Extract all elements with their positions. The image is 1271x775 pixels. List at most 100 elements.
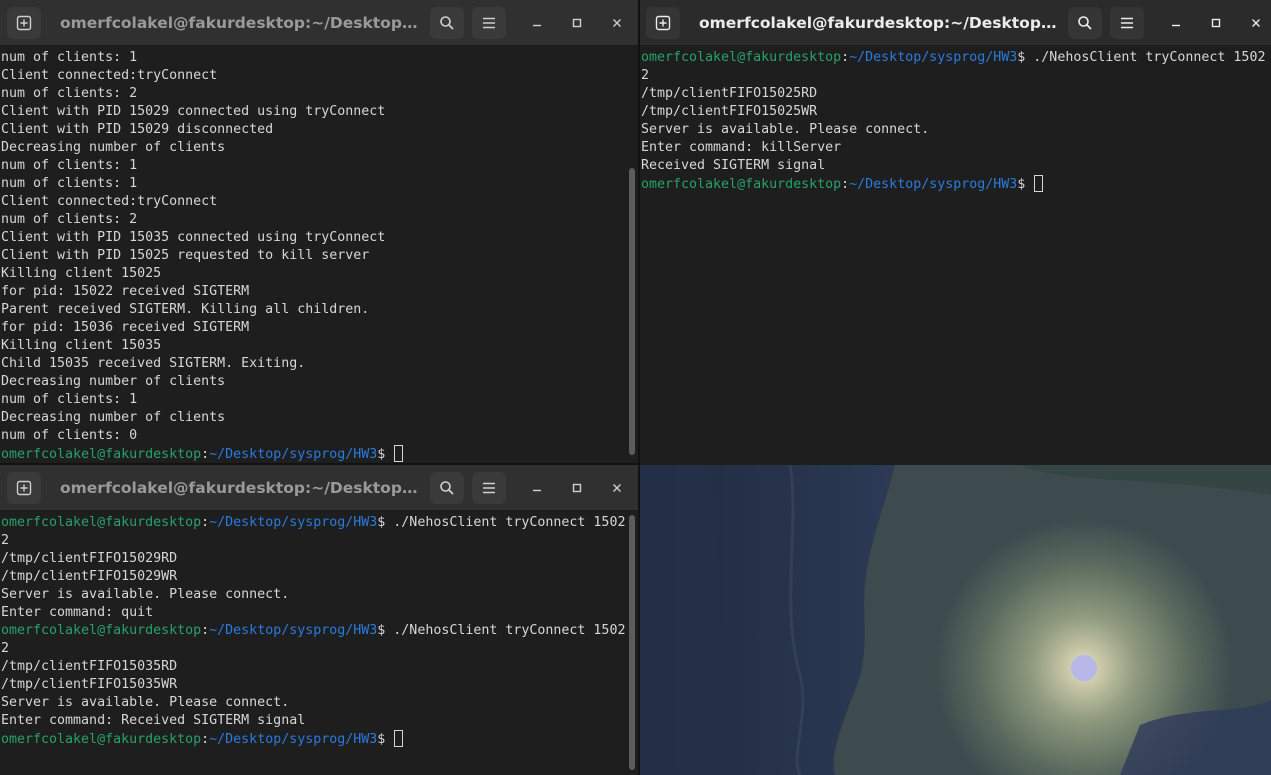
search-button[interactable] [1068,7,1102,39]
output-line: Enter command: Received SIGTERM signal [1,713,306,728]
new-tab-button[interactable] [646,7,680,39]
prompt-line: omerfcolakel@fakurdesktop:~/Desktop/sysp… [641,49,1265,67]
minimize-button[interactable] [526,12,548,34]
close-icon [613,484,621,492]
new-tab-button[interactable] [7,7,41,39]
prompt-path: ~/Desktop/sysprog/HW3 [849,177,1018,192]
prompt-separator: : [201,447,210,462]
output-line: for pid: 15036 received SIGTERM [1,320,250,335]
prompt-path: ~/Desktop/sysprog/HW3 [209,623,378,638]
prompt-separator: : [841,50,850,65]
new-tab-icon [16,480,32,496]
output-line: num of clients: 1 [1,50,138,65]
output-line: Client with PID 15029 disconnected [1,122,274,137]
prompt-symbol: $ [377,623,394,638]
prompt-path: ~/Desktop/sysprog/HW3 [209,732,378,747]
titlebar[interactable]: omerfcolakel@fakurdesktop:~/Desktop/sysp… [0,0,638,46]
prompt-separator: : [201,515,210,530]
output-line: Enter command: quit [1,605,154,620]
output-line: num of clients: 2 [1,212,138,227]
output-line: Received SIGTERM signal [641,158,826,173]
prompt-symbol: $ [377,515,394,530]
terminal-output[interactable]: omerfcolakel@fakurdesktop:~/Desktop/sysp… [640,46,1265,463]
prompt-symbol: $ [377,447,394,462]
output-line: Decreasing number of clients [1,374,226,389]
titlebar[interactable]: omerfcolakel@fakurdesktop:~/Desktop/sysp… [0,465,638,511]
output-line: Server is available. Please connect. [1,695,290,710]
close-button[interactable] [1245,12,1267,34]
output-line: /tmp/clientFIFO15035WR [1,677,178,692]
output-line: Server is available. Please connect. [1,587,290,602]
minimize-button[interactable] [1165,12,1187,34]
new-tab-icon [655,15,671,31]
command-text: ./NehosClient tryConnect 1502 [393,515,626,530]
minimize-button[interactable] [526,477,548,499]
output-line: /tmp/clientFIFO15029RD [1,551,178,566]
window-title: omerfcolakel@fakurdesktop:~/Desktop/sysp… [60,479,420,497]
search-icon [1078,16,1092,30]
scrollbar[interactable] [629,168,635,455]
text-cursor [394,730,404,747]
menu-button[interactable] [472,7,506,39]
prompt-line: omerfcolakel@fakurdesktop:~/Desktop/sysp… [1,622,628,640]
minimize-icon [533,24,541,27]
wallpaper-image [640,465,1271,775]
menu-icon [483,17,495,29]
maximize-button[interactable] [566,12,588,34]
search-button[interactable] [430,472,464,504]
prompt-line: omerfcolakel@fakurdesktop:~/Desktop/sysp… [1,445,628,463]
close-icon [1252,19,1260,27]
minimize-icon [1172,24,1180,27]
output-line: Decreasing number of clients [1,140,226,155]
maximize-button[interactable] [1205,12,1227,34]
terminal-output[interactable]: omerfcolakel@fakurdesktop:~/Desktop/sysp… [0,511,628,775]
maximize-icon [572,483,582,493]
window-divider [0,463,640,465]
new-tab-button[interactable] [7,472,41,504]
output-line: 2 [1,641,10,656]
prompt-user: omerfcolakel@fakurdesktop [1,515,202,530]
output-line: for pid: 15022 received SIGTERM [1,284,250,299]
output-line: Killing client 15025 [1,266,162,281]
output-line: Enter command: killServer [641,140,842,155]
terminal-window-client-killserver[interactable]: omerfcolakel@fakurdesktop:~/Desktop/sysp… [640,0,1271,463]
prompt-user: omerfcolakel@fakurdesktop [641,177,842,192]
output-line: 2 [1,533,10,548]
prompt-symbol: $ [377,732,394,747]
prompt-separator: : [201,623,210,638]
prompt-user: omerfcolakel@fakurdesktop [641,50,842,65]
output-line: Child 15035 received SIGTERM. Exiting. [1,356,306,371]
output-line: Client with PID 15035 connected using tr… [1,230,386,245]
minimize-icon [533,489,541,492]
output-line: /tmp/clientFIFO15025WR [641,104,818,119]
output-line: Client connected:tryConnect [1,68,218,83]
terminal-window-server[interactable]: omerfcolakel@fakurdesktop:~/Desktop/sysp… [0,0,638,463]
output-line: Server is available. Please connect. [641,122,930,137]
text-cursor [394,445,404,462]
maximize-button[interactable] [566,477,588,499]
output-line: Client with PID 15029 connected using tr… [1,104,386,119]
terminal-window-client-quit[interactable]: omerfcolakel@fakurdesktop:~/Desktop/sysp… [0,465,638,775]
maximize-icon [1211,18,1221,28]
terminal-output[interactable]: num of clients: 1 Client connected:tryCon… [0,46,628,463]
maximize-icon [572,18,582,28]
output-line: num of clients: 2 [1,86,138,101]
titlebar[interactable]: omerfcolakel@fakurdesktop:~/Desktop/sysp… [640,0,1271,46]
close-button[interactable] [606,12,628,34]
prompt-line: omerfcolakel@fakurdesktop:~/Desktop/sysp… [1,730,628,748]
search-button[interactable] [430,7,464,39]
close-button[interactable] [606,477,628,499]
scrollbar[interactable] [629,515,635,770]
window-title: omerfcolakel@fakurdesktop:~/Desktop/sysp… [699,14,1059,32]
output-line: Decreasing number of clients [1,410,226,425]
prompt-separator: : [841,177,850,192]
prompt-symbol: $ [1017,50,1034,65]
menu-button[interactable] [472,472,506,504]
menu-button[interactable] [1110,7,1144,39]
desktop-wallpaper[interactable] [640,465,1271,775]
output-line: Client connected:tryConnect [1,194,218,209]
output-line: 2 [641,68,650,83]
output-line: num of clients: 1 [1,176,138,191]
prompt-symbol: $ [1017,177,1034,192]
close-icon [613,19,621,27]
